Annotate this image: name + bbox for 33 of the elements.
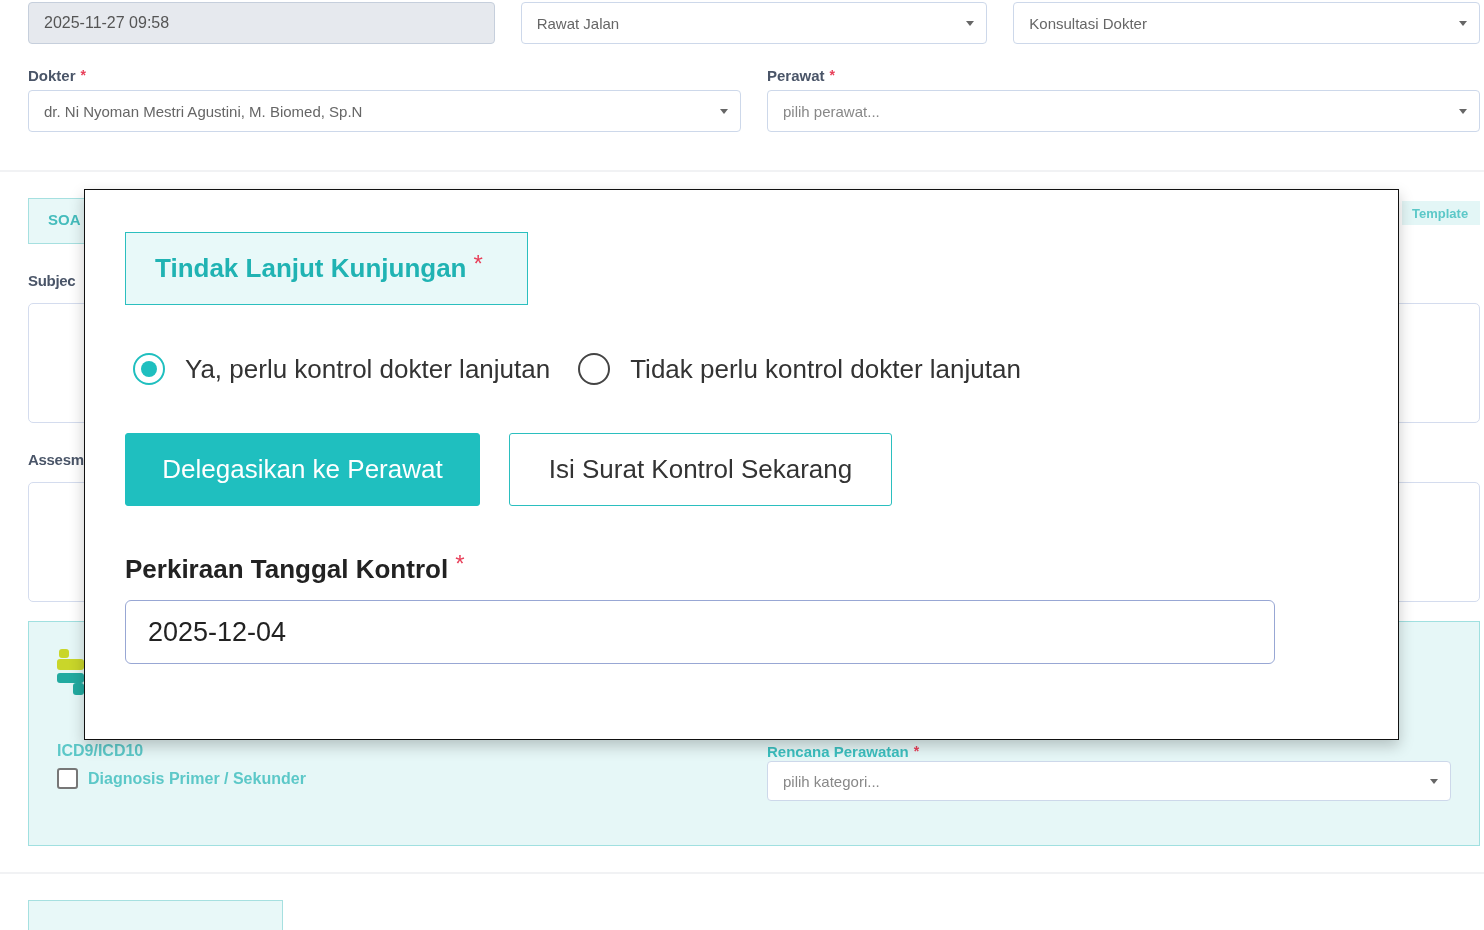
field-label: Perawat	[767, 66, 825, 84]
caret-icon	[966, 20, 975, 26]
caret-icon	[1459, 108, 1467, 114]
select-field[interactable]: pilih perawat...	[767, 90, 1480, 132]
caret-icon	[720, 108, 728, 114]
letter-button[interactable]: Isi Surat Kontrol Sekarang	[509, 433, 892, 506]
modal-title: Tindak Lanjut Kunjungan	[155, 253, 467, 284]
select-field[interactable]: dr. Ni Nyoman Mestri Agustini, M. Biomed, Sp.N	[28, 90, 741, 132]
radio-label: Ya, perlu kontrol dokter lanjutan	[185, 353, 551, 385]
select-field[interactable]: Rawat Jalan	[520, 2, 988, 44]
field-label: Perkiraan Tanggal Kontrol	[125, 553, 449, 585]
date-field[interactable]: 2025-12-04	[125, 600, 1275, 664]
required-asterisk: *	[80, 67, 86, 83]
required-asterisk: *	[455, 550, 465, 578]
field-label: Subjec	[28, 272, 76, 290]
required-asterisk: *	[829, 67, 835, 83]
radio-label: Tidak perlu kontrol dokter lanjutan	[630, 353, 1021, 385]
logo-icon	[57, 649, 84, 695]
required-asterisk: *	[913, 743, 920, 759]
select-field[interactable]: pilih kategori...	[767, 761, 1451, 801]
section-label: ICD9/ICD10	[57, 742, 145, 760]
radio-button[interactable]	[578, 353, 611, 385]
field-label: Rencana Perawatan	[767, 742, 909, 760]
caret-icon	[1430, 778, 1438, 784]
radio-button[interactable]	[133, 353, 165, 385]
select-field[interactable]: Konsultasi Dokter	[1013, 2, 1480, 44]
required-asterisk: *	[473, 249, 483, 278]
field-label: Dokter	[28, 66, 76, 84]
checkbox[interactable]	[57, 768, 78, 789]
date-field: 2025-11-27 09:58	[28, 2, 495, 44]
caret-icon	[1459, 20, 1467, 26]
checkbox-label: Diagnosis Primer / Sekunder	[88, 769, 306, 788]
field-label: Assesm	[28, 451, 84, 469]
